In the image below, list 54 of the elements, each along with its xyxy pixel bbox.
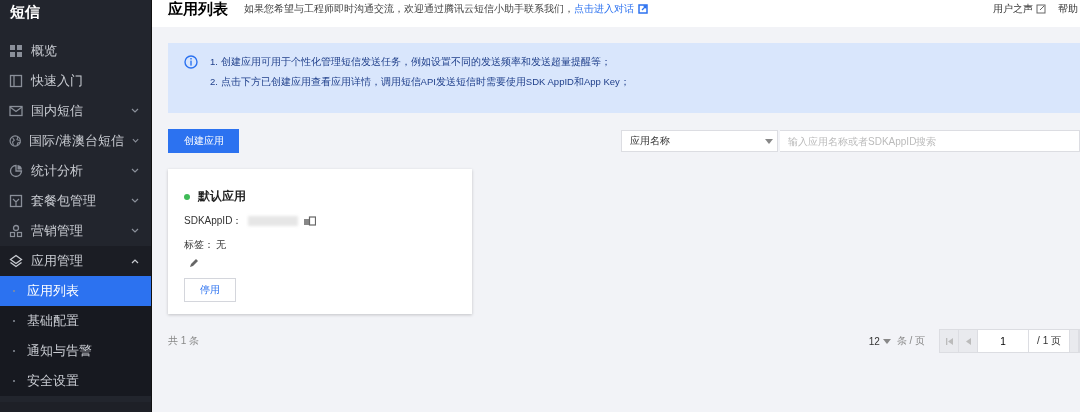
header-link[interactable]: 用户之声 [993, 0, 1046, 17]
nav-item[interactable]: 概览 [0, 36, 151, 66]
submenu-item[interactable]: 通知与告警 [0, 336, 151, 366]
redacted-value [248, 216, 299, 226]
tag-value: 无 [216, 238, 226, 252]
chevron-down-icon [131, 138, 139, 144]
per-page-label: 条 / 页 [896, 334, 926, 348]
chevron-up-icon [131, 258, 139, 264]
disable-button[interactable]: 停用 [184, 278, 236, 302]
globe-icon [9, 134, 22, 148]
people-icon [9, 224, 23, 238]
page-title: 应用列表 [168, 0, 228, 18]
chevron-down-icon [131, 228, 139, 234]
nav-item[interactable]: 营销管理 [0, 216, 151, 246]
info-text: 1. 创建应用可用于个性化管理短信发送任务，例如设置不同的发送频率和发送超量提醒等； [210, 55, 612, 69]
grid-icon [9, 44, 23, 58]
mail-icon [9, 104, 23, 118]
external-link-icon [638, 3, 648, 14]
copy-icon [304, 216, 317, 226]
filter-dropdown[interactable]: 应用名称 [621, 130, 778, 152]
nav-item[interactable]: 国内短信 [0, 96, 151, 126]
tag-label: 标签： [184, 238, 214, 252]
page-size-dropdown[interactable]: 12 [868, 335, 891, 347]
chevron-down-icon [131, 108, 139, 114]
package-icon [9, 194, 23, 208]
create-button[interactable]: 创建应用 [168, 129, 239, 153]
submenu-item[interactable]: 应用列表 [0, 276, 151, 306]
layers-icon [9, 254, 23, 268]
app-name: 默认应用 [198, 189, 246, 204]
caret-icon [882, 338, 891, 344]
book-icon [9, 74, 23, 88]
appid-label: SDKAppID： [184, 214, 243, 228]
submenu-item[interactable]: 安全设置 [0, 366, 151, 396]
header-link[interactable]: 帮助 [1058, 0, 1078, 17]
chevron-down-icon [131, 168, 139, 174]
chevron-down-icon [131, 198, 139, 204]
app-card[interactable]: 默认应用 SDKAppID： 标签： 无 停用 [168, 169, 472, 314]
info-icon [184, 55, 198, 69]
nav-item[interactable]: 国际/港澳台短信 [0, 126, 151, 156]
chat-link[interactable]: 点击进入对话 [574, 0, 648, 17]
info-text: 2. 点击下方已创建应用查看应用详情，调用短信API发送短信时需要使用SDK AppID和App Key； [210, 75, 630, 89]
nav-item[interactable]: 应用管理 [0, 246, 151, 276]
total-count: 共 1 条 [168, 334, 200, 348]
nav-item[interactable]: 统计分析 [0, 156, 151, 186]
pie-chart-icon [9, 164, 23, 178]
notice-text: 如果您希望与工程师即时沟通交流，欢迎通过腾讯云短信小助手联系我们， [244, 2, 574, 16]
external-link-icon [1036, 3, 1046, 14]
sidebar-title: 短信 [9, 2, 41, 22]
nav-item[interactable]: 快速入门 [0, 66, 151, 96]
submenu-item[interactable]: 基础配置 [0, 306, 151, 336]
search-field[interactable]: 输入应用名称或者SDKAppID搜索 [780, 130, 1080, 152]
nav-item[interactable]: 套餐包管理 [0, 186, 151, 216]
caret-icon [765, 138, 773, 144]
pencil-icon[interactable] [189, 258, 199, 268]
